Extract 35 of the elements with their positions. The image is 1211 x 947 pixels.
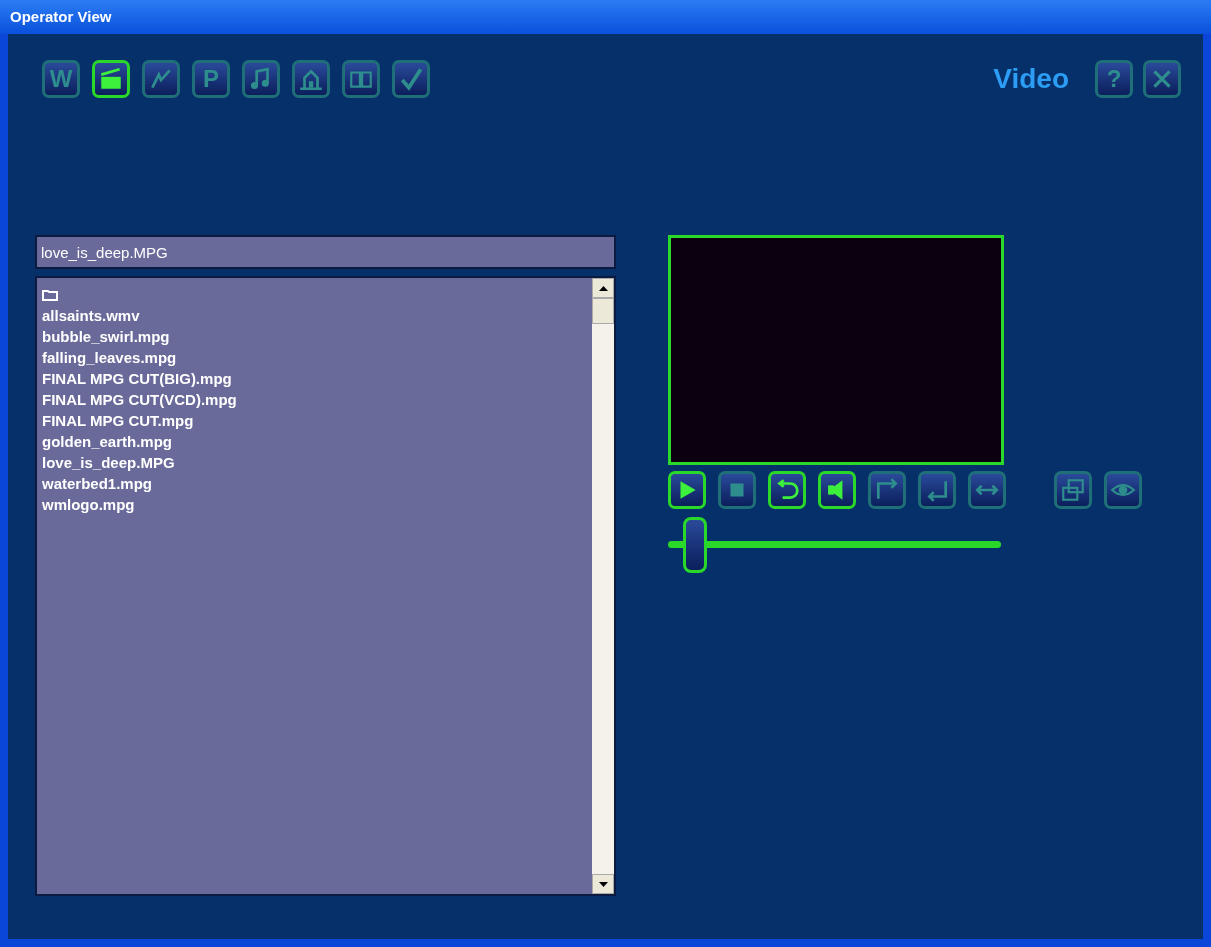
toolbar-button[interactable]: P [192,60,230,98]
clapperboard-icon [98,66,124,92]
file-item[interactable]: waterbed1.mpg [42,473,592,494]
file-item[interactable]: FINAL MPG CUT(BIG).mpg [42,368,592,389]
section-title: Video [993,62,1069,96]
scroll-down-button[interactable] [592,874,614,894]
media-button[interactable] [818,471,856,509]
windows-icon [1060,477,1086,503]
up-arrow-icon [598,285,608,291]
file-item[interactable]: falling_leaves.mpg [42,347,592,368]
toolbar-button[interactable]: W [42,60,80,98]
help-button[interactable]: ? [1095,60,1133,98]
scrollbar[interactable] [592,278,614,894]
slider-thumb[interactable] [682,517,707,573]
file-item[interactable]: love_is_deep.MPG [42,452,592,473]
toolbar-button[interactable] [92,60,130,98]
file-name-field[interactable]: love_is_deep.MPG [35,235,616,269]
scroll-thumb[interactable] [592,298,614,324]
view-button[interactable] [1104,471,1142,509]
file-item[interactable]: golden_earth.mpg [42,431,592,452]
folder-icon [42,288,58,301]
down-arrow-icon [598,881,608,887]
close-button[interactable] [1143,60,1181,98]
media-button[interactable] [668,471,706,509]
file-item[interactable]: wmlogo.mpg [42,494,592,515]
seek-slider[interactable] [668,515,1001,575]
file-item[interactable]: FINAL MPG CUT(VCD).mpg [42,389,592,410]
file-item[interactable]: bubble_swirl.mpg [42,326,592,347]
media-button[interactable] [768,471,806,509]
file-item[interactable]: allsaints.wmv [42,305,592,326]
view-button[interactable] [1054,471,1092,509]
window-title: Operator View [10,6,112,27]
file-item[interactable]: FINAL MPG CUT.mpg [42,410,592,431]
check-icon [398,66,424,92]
scroll-up-button[interactable] [592,278,614,298]
